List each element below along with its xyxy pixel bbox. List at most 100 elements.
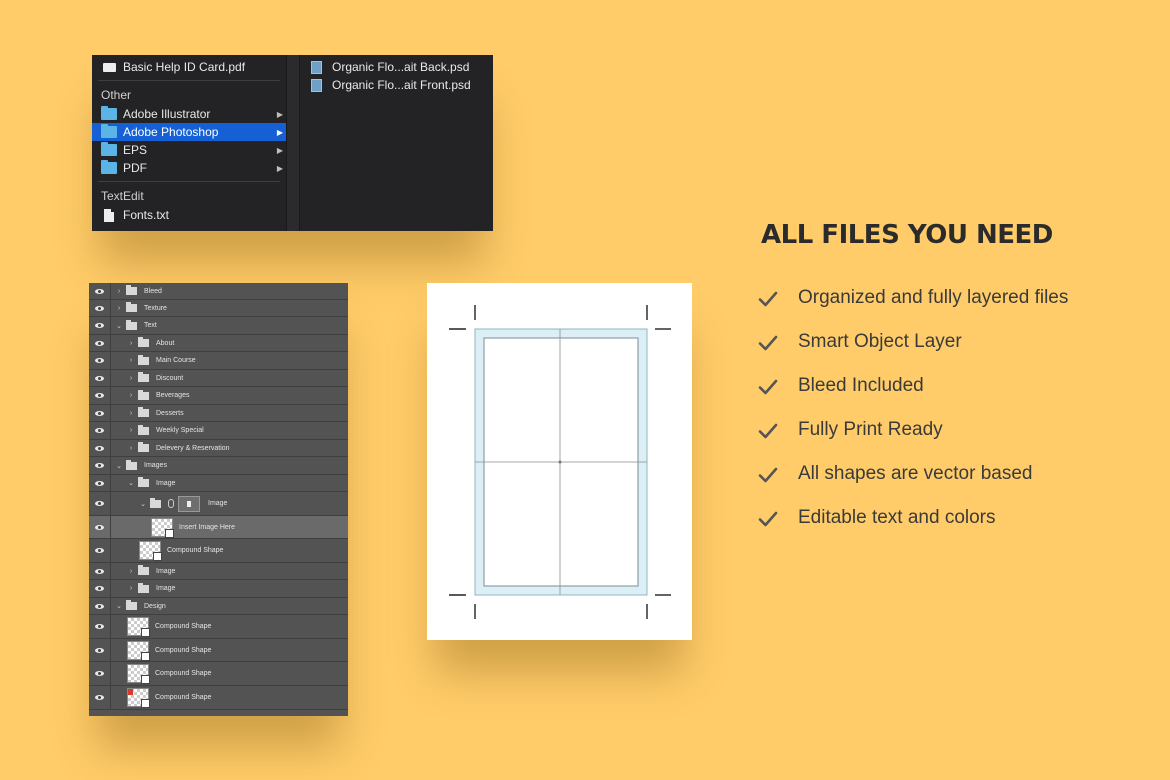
feature-text: Organized and fully layered files: [798, 287, 1069, 308]
menu-section-header: TextEdit: [101, 189, 144, 203]
layer-content: ⌄ Image: [111, 475, 175, 491]
visibility-toggle[interactable]: [89, 405, 111, 421]
layer-row[interactable]: Compound Shape: [89, 615, 348, 639]
eye-icon: [95, 568, 104, 574]
feature-text: Smart Object Layer: [798, 331, 962, 352]
chevron-right-icon[interactable]: ›: [127, 357, 135, 364]
chevron-down-icon[interactable]: ⌄: [139, 500, 147, 508]
menu-item-folder[interactable]: PDF ▶: [92, 159, 286, 177]
visibility-toggle[interactable]: [89, 580, 111, 597]
submenu-file-item[interactable]: Organic Flo...ait Front.psd: [300, 76, 493, 94]
menu-item-top-file[interactable]: Basic Help ID Card.pdf: [92, 58, 286, 76]
layer-content: Compound Shape: [111, 539, 223, 562]
chevron-down-icon[interactable]: ⌄: [115, 602, 123, 610]
visibility-toggle[interactable]: [89, 639, 111, 661]
layer-row[interactable]: ⌄ Image: [89, 475, 348, 492]
visibility-toggle[interactable]: [89, 440, 111, 456]
menu-item-folder[interactable]: Adobe Photoshop ▶: [92, 123, 286, 141]
layer-content: › Image: [111, 563, 175, 579]
layer-row[interactable]: ⌄ Text: [89, 317, 348, 335]
folder-icon: [101, 124, 117, 138]
visibility-toggle[interactable]: [89, 662, 111, 685]
visibility-toggle[interactable]: [89, 563, 111, 579]
folder-shape: [101, 124, 117, 138]
visibility-toggle[interactable]: [89, 283, 111, 299]
chevron-right-icon[interactable]: ›: [127, 410, 135, 417]
folder-icon: [138, 407, 149, 417]
visibility-toggle[interactable]: [89, 422, 111, 439]
layer-row[interactable]: › Desserts: [89, 405, 348, 422]
layer-row[interactable]: Insert Image Here: [89, 516, 348, 539]
layer-row[interactable]: Compound Shape: [89, 662, 348, 686]
visibility-toggle[interactable]: [89, 387, 111, 404]
folder-icon: [126, 319, 137, 330]
layer-thumbnail: [127, 688, 150, 708]
chevron-down-icon[interactable]: ⌄: [115, 462, 123, 470]
layer-name: Compound Shape: [155, 670, 212, 677]
menu-item-folder[interactable]: EPS ▶: [92, 141, 286, 159]
chevron-right-icon[interactable]: ›: [127, 585, 135, 592]
layer-row[interactable]: › Image: [89, 580, 348, 598]
eye-icon: [95, 340, 104, 346]
layer-row[interactable]: › Weekly Special: [89, 422, 348, 440]
layer-row[interactable]: › Image: [89, 563, 348, 580]
visibility-toggle[interactable]: [89, 475, 111, 491]
visibility-toggle[interactable]: [89, 370, 111, 386]
chevron-right-icon[interactable]: ›: [127, 392, 135, 399]
chevron-right-icon[interactable]: ›: [127, 340, 135, 347]
chevron-right-icon[interactable]: ›: [127, 568, 135, 575]
visibility-toggle[interactable]: [89, 686, 111, 709]
chevron-down-icon[interactable]: ⌄: [127, 479, 135, 487]
layer-row[interactable]: ⌄ Design: [89, 598, 348, 615]
layer-row[interactable]: › Beverages: [89, 387, 348, 405]
menu-item-folder[interactable]: Adobe Illustrator ▶: [92, 105, 286, 123]
submenu-file-item[interactable]: Organic Flo...ait Back.psd: [300, 58, 493, 76]
layer-name: Image: [208, 500, 228, 507]
visibility-toggle[interactable]: [89, 539, 111, 562]
layer-row[interactable]: Compound Shape: [89, 686, 348, 710]
layer-row[interactable]: ⌄ Image: [89, 492, 348, 516]
layer-row[interactable]: › Main Course: [89, 352, 348, 370]
visibility-toggle[interactable]: [89, 317, 111, 334]
layer-row[interactable]: › About: [89, 335, 348, 352]
chevron-right-icon[interactable]: ›: [115, 288, 123, 295]
feature-item: Organized and fully layered files: [758, 287, 1068, 331]
menu-divider: [98, 80, 280, 81]
smart-object-thumbnail: [178, 495, 200, 512]
chevron-down-icon[interactable]: ⌄: [115, 322, 123, 330]
visibility-toggle[interactable]: [89, 492, 111, 515]
visibility-toggle[interactable]: [89, 598, 111, 614]
layer-content: › Delevery & Reservation: [111, 440, 230, 456]
menu-item-text-file[interactable]: Fonts.txt: [92, 206, 286, 224]
visibility-toggle[interactable]: [89, 457, 111, 474]
layer-row[interactable]: Compound Shape: [89, 539, 348, 563]
chevron-right-icon[interactable]: ›: [115, 305, 123, 312]
visibility-toggle[interactable]: [89, 516, 111, 538]
feature-text: Bleed Included: [798, 375, 924, 396]
submenu-arrow-icon: ▶: [276, 163, 283, 173]
eye-icon: [95, 445, 104, 451]
visibility-toggle[interactable]: [89, 300, 111, 316]
submenu-column: Organic Flo...ait Back.psd Organic Flo...…: [300, 55, 493, 231]
visibility-toggle[interactable]: [89, 615, 111, 638]
eye-icon: [95, 586, 104, 591]
layer-row[interactable]: › Discount: [89, 370, 348, 387]
psd-file-shape: [310, 78, 322, 92]
layer-row[interactable]: Compound Shape: [89, 639, 348, 662]
layer-row[interactable]: › Bleed: [89, 283, 348, 300]
visibility-toggle[interactable]: [89, 335, 111, 351]
folder-icon: [126, 302, 137, 312]
layer-content: › About: [111, 335, 174, 351]
link-icon: [168, 499, 174, 508]
layer-name: Beverages: [156, 392, 190, 399]
vector-mask-icon: [141, 699, 150, 708]
chevron-right-icon[interactable]: ›: [127, 427, 135, 434]
visibility-toggle[interactable]: [89, 352, 111, 369]
layer-row[interactable]: › Delevery & Reservation: [89, 440, 348, 457]
chevron-right-icon[interactable]: ›: [127, 375, 135, 382]
layers-panel: › Bleed › Texture ⌄ Text › About › Main Course › Di…: [89, 283, 348, 716]
eye-icon: [95, 375, 104, 381]
chevron-right-icon[interactable]: ›: [127, 445, 135, 452]
layer-row[interactable]: › Texture: [89, 300, 348, 317]
layer-row[interactable]: ⌄ Images: [89, 457, 348, 475]
